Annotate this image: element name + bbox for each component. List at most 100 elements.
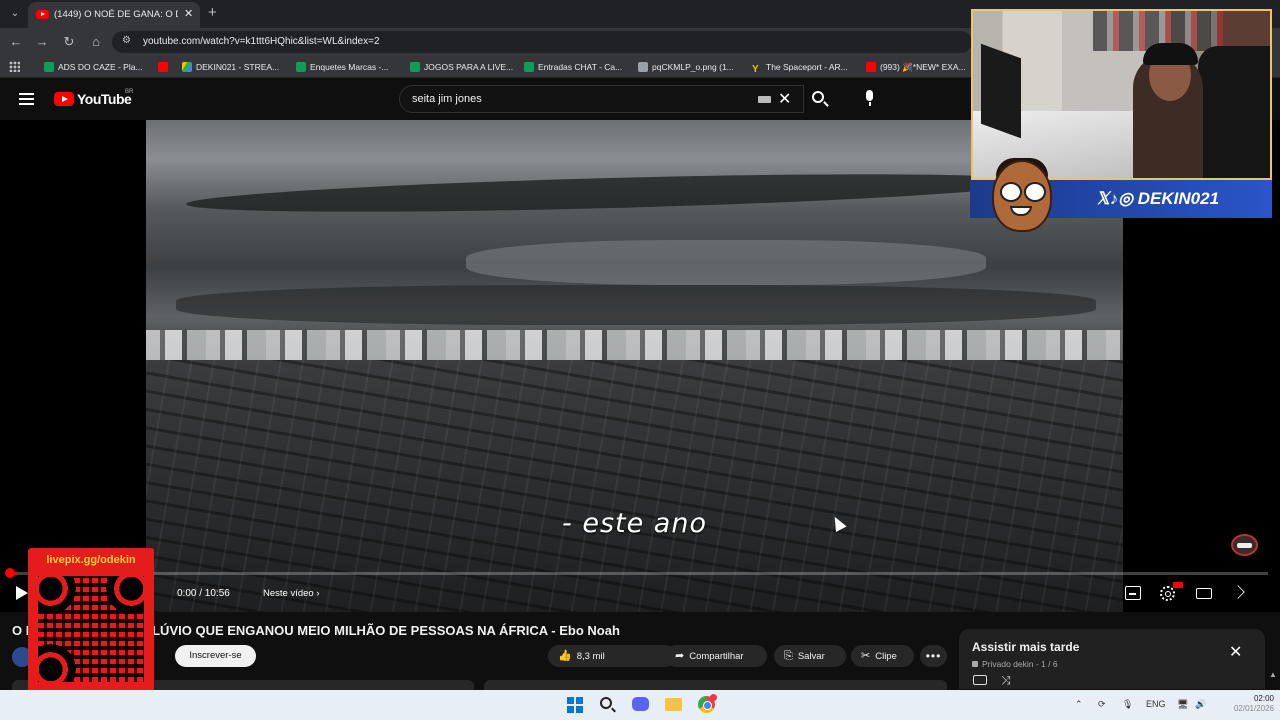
social-icons: 𝕏♪◎ <box>1096 189 1134 208</box>
subscribe-button[interactable]: Inscrever-se <box>175 645 256 667</box>
scroll-arrow-icon[interactable]: ▲ <box>1269 670 1277 688</box>
time-display: 0:00 / 10:56 <box>177 588 230 599</box>
taskbar-search-icon[interactable] <box>600 697 612 709</box>
volume-icon[interactable]: 🔊 <box>1195 699 1206 710</box>
new-tab-button[interactable]: + <box>208 4 217 21</box>
shuffle-icon[interactable]: ⤨ <box>1001 673 1011 688</box>
windows-taskbar: ⌃ ⟳ 🎙 ENG 🖥 🔊 02:00 02/01/2026 <box>0 690 1280 720</box>
webcam-person-cap <box>1143 43 1198 65</box>
youtube-logo-text[interactable]: YouTube <box>77 91 132 107</box>
qr-code-icon <box>38 576 144 682</box>
windows-start-icon[interactable] <box>567 697 583 713</box>
playlist-title[interactable]: Assistir mais tarde <box>972 640 1079 654</box>
like-count: 8,3 mil <box>576 651 605 662</box>
tab-search-icon[interactable]: ⌄ <box>6 5 24 23</box>
progress-scrubber[interactable] <box>5 568 15 578</box>
bookmark-item[interactable]: JOGOS PARA A LIVE... <box>410 60 513 74</box>
bookmark-item[interactable]: Enquetes Marcas -... <box>296 60 388 74</box>
home-icon[interactable]: ⌂ <box>86 32 106 52</box>
network-icon[interactable]: 🖥 <box>1177 699 1188 710</box>
bookmark-item[interactable]: ADS DO CAZE - Pla... <box>44 60 143 74</box>
scissors-icon: ✂ <box>861 650 871 662</box>
tray-overflow-icon[interactable]: ⌃ <box>1075 699 1083 710</box>
webcam-monitor <box>981 43 1021 139</box>
notification-badge-icon <box>710 694 717 701</box>
fullscreen-icon[interactable] <box>1231 585 1245 599</box>
image-icon <box>638 62 648 72</box>
tab-close-icon[interactable]: ✕ <box>184 7 193 20</box>
loop-icon[interactable] <box>973 675 987 685</box>
country-code: BR <box>125 89 134 95</box>
microphone-icon <box>866 90 873 106</box>
save-button[interactable]: ⎘ Salvar <box>774 645 846 667</box>
video-glitch-band <box>146 330 1123 360</box>
tab-title: (1449) O NOÉ DE GANA: O DIL <box>54 9 178 20</box>
playlist-panel: Assistir mais tarde Privado dekin - 1 / … <box>959 629 1265 689</box>
site-info-icon[interactable]: ⚙ <box>122 35 131 46</box>
webcam-chair <box>1198 46 1270 178</box>
youtube-favicon-icon <box>36 10 49 19</box>
bookmark-item[interactable]: DEKIN021 - STREA... <box>182 60 279 74</box>
lock-icon <box>972 661 978 667</box>
reload-icon[interactable]: ↻ <box>59 32 79 52</box>
search-input[interactable]: seita jim jones ✕ <box>399 85 804 113</box>
sheets-icon <box>524 62 534 72</box>
channel-watermark-icon[interactable] <box>1231 534 1258 556</box>
theater-mode-icon[interactable] <box>1196 588 1212 599</box>
bookmark-item[interactable]: Entradas CHAT - Ca... <box>524 60 622 74</box>
clear-search-icon[interactable]: ✕ <box>778 89 791 109</box>
webcam-overlay <box>971 9 1272 180</box>
address-bar[interactable]: ⚙ youtube.com/watch?v=k1ttt6HQhic&list=W… <box>112 31 972 53</box>
bookmark-item[interactable] <box>158 60 172 74</box>
back-icon[interactable]: ← <box>6 32 26 52</box>
share-icon: ➦ <box>675 650 685 662</box>
chapters-button[interactable]: Neste vídeo › <box>263 588 320 599</box>
play-icon[interactable] <box>16 586 28 600</box>
search-button[interactable] <box>804 85 836 113</box>
apps-grid-icon[interactable] <box>9 61 20 72</box>
forward-icon[interactable]: → <box>32 32 52 52</box>
search-icon <box>812 91 824 103</box>
y-icon: Y <box>752 64 759 75</box>
sheets-icon <box>410 62 420 72</box>
tab-youtube-video[interactable]: (1449) O NOÉ DE GANA: O DIL ✕ <box>28 2 200 28</box>
screen: ⌄ (1449) O NOÉ DE GANA: O DIL ✕ + ← → ↻ … <box>0 0 1280 720</box>
comments-box[interactable] <box>484 680 947 690</box>
donation-qr-overlay: livepix.gg/odekin <box>28 548 154 694</box>
sheets-icon <box>44 62 54 72</box>
discord-icon[interactable] <box>632 697 649 711</box>
clock-time: 02:00 <box>1253 694 1274 703</box>
language-indicator[interactable]: ENG <box>1146 699 1166 709</box>
search-query: seita jim jones <box>412 93 482 105</box>
bookmark-item[interactable]: (993) 🎉*NEW* EXA... <box>866 60 966 74</box>
menu-icon[interactable] <box>19 93 34 105</box>
clock-date: 02/01/2026 <box>1233 704 1274 713</box>
share-button[interactable]: ➦ Compartilhar <box>665 645 767 667</box>
like-button[interactable]: 👍8,3 mil 👎 <box>548 645 1192 667</box>
youtube-icon <box>158 62 168 72</box>
sync-icon[interactable]: ⟳ <box>1098 699 1106 710</box>
subtitles-icon[interactable] <box>1125 586 1141 600</box>
streamer-handle: 𝕏♪◎ DEKIN021 <box>1096 189 1220 208</box>
video-subtitle: - este ano <box>562 508 707 539</box>
voice-search-button[interactable] <box>856 86 884 112</box>
thumbs-up-icon: 👍 <box>558 650 572 662</box>
close-icon[interactable]: ✕ <box>1229 642 1242 662</box>
playlist-subtitle: Privado dekin - 1 / 6 <box>972 659 1058 669</box>
bookmark-icon: ⎘ <box>784 650 793 662</box>
youtube-logo-icon[interactable] <box>54 92 74 106</box>
clip-button[interactable]: ✂ Clipe <box>851 645 914 667</box>
microphone-tray-icon[interactable]: 🎙 <box>1122 699 1133 710</box>
bookmark-item[interactable]: Y The Spaceport - AR... <box>752 60 848 75</box>
video-scene-water <box>466 240 986 285</box>
progress-bar[interactable] <box>12 572 1268 575</box>
settings-gear-icon[interactable] <box>1160 586 1175 601</box>
sheets-icon <box>296 62 306 72</box>
more-actions-button[interactable]: ••• <box>920 645 947 667</box>
file-explorer-icon[interactable] <box>665 698 682 711</box>
taskbar-clock[interactable]: 02:00 02/01/2026 <box>1228 694 1274 714</box>
bookmark-item[interactable]: pqCKMLP_o.png (1... <box>638 60 734 74</box>
donation-url: livepix.gg/odekin <box>46 554 136 566</box>
keyboard-icon[interactable] <box>758 96 771 103</box>
video-scene-water <box>176 285 1096 325</box>
